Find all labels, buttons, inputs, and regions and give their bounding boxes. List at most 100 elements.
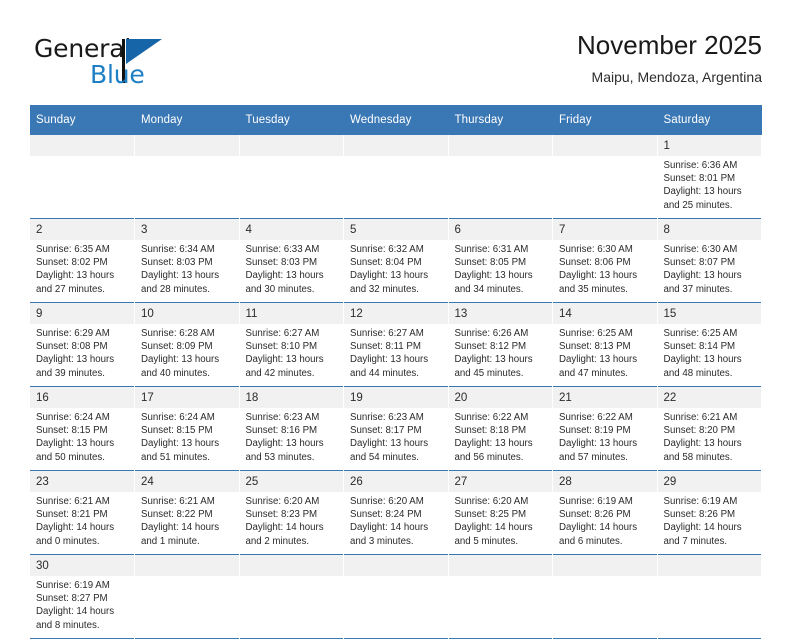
title-block: November 2025 Maipu, Mendoza, Argentina [577, 28, 762, 88]
calendar-day-cell[interactable]: 4 Sunrise: 6:33 AM Sunset: 8:03 PM Daylight… [239, 218, 344, 303]
sunrise-text: Sunrise: 6:31 AM [454, 244, 529, 255]
sunset-text: Sunset: 8:09 PM [141, 341, 213, 353]
day-sun-info: Sunrise: 6:32 AM Sunset: 8:04 PM Daylight:… [344, 240, 448, 302]
day-number [239, 555, 343, 576]
day-number: 4 [239, 219, 343, 240]
calendar-day-cell-empty [552, 135, 658, 219]
day-sun-info [240, 156, 344, 218]
sunrise-text: Sunrise: 6:20 AM [350, 496, 424, 507]
calendar-day-cell-empty [239, 135, 344, 219]
calendar-day-cell[interactable]: 5 Sunrise: 6:32 AM Sunset: 8:04 PM Daylight… [343, 218, 449, 303]
calendar-day-cell[interactable]: 3 Sunrise: 6:34 AM Sunset: 8:03 PM Daylight… [134, 218, 240, 303]
day-sun-info: Sunrise: 6:35 AM Sunset: 8:02 PM Daylight:… [30, 240, 134, 302]
calendar-day-cell[interactable]: 21 Sunrise: 6:22 AM Sunset: 8:19 PM Dayligh… [552, 386, 658, 471]
calendar-day-cell[interactable]: 10 Sunrise: 6:28 AM Sunset: 8:09 PM Dayligh… [134, 302, 240, 387]
day-number [657, 555, 761, 576]
calendar-day-cell[interactable]: 26 Sunrise: 6:20 AM Sunset: 8:24 PM Dayligh… [343, 470, 449, 555]
sunrise-text: Sunrise: 6:27 AM [245, 328, 320, 339]
sunrise-text: Sunrise: 6:23 AM [350, 412, 424, 423]
calendar-day-cell[interactable]: 22 Sunrise: 6:21 AM Sunset: 8:20 PM Dayligh… [657, 386, 762, 471]
calendar-day-cell[interactable]: 25 Sunrise: 6:20 AM Sunset: 8:23 PM Dayligh… [239, 470, 344, 555]
day-number: 22 [657, 387, 761, 408]
daylight-text: Daylight: 13 hours and 47 minutes. [559, 354, 638, 379]
sunset-text: Sunset: 8:01 PM [663, 173, 736, 185]
day-number [135, 555, 239, 576]
calendar-day-cell[interactable]: 14 Sunrise: 6:25 AM Sunset: 8:13 PM Dayligh… [552, 302, 658, 387]
calendar-day-cell[interactable]: 27 Sunrise: 6:20 AM Sunset: 8:25 PM Dayligh… [448, 470, 553, 555]
logo-text-blue: Blue [90, 60, 145, 89]
calendar-day-cell[interactable]: 30 Sunrise: 6:19 AM Sunset: 8:27 PM Dayligh… [30, 554, 135, 639]
calendar-week-row: 1 Sunrise: 6:36 AM Sunset: 8:01 PM Daylight… [30, 135, 762, 219]
calendar-day-cell-empty [448, 135, 553, 219]
day-sun-info [553, 576, 657, 638]
sunset-text: Sunset: 8:15 PM [141, 425, 213, 437]
day-number: 26 [344, 471, 448, 492]
calendar-day-cell[interactable]: 24 Sunrise: 6:21 AM Sunset: 8:22 PM Dayligh… [134, 470, 240, 555]
calendar-day-cell[interactable]: 29 Sunrise: 6:19 AM Sunset: 8:26 PM Dayligh… [657, 470, 762, 555]
day-number [239, 135, 343, 156]
calendar-day-cell[interactable]: 13 Sunrise: 6:26 AM Sunset: 8:12 PM Dayligh… [448, 302, 553, 387]
day-sun-info: Sunrise: 6:21 AM Sunset: 8:20 PM Daylight:… [658, 408, 762, 470]
daylight-text: Daylight: 13 hours and 28 minutes. [141, 270, 220, 295]
day-sun-info [344, 576, 448, 638]
calendar-day-cell[interactable]: 17 Sunrise: 6:24 AM Sunset: 8:15 PM Dayligh… [134, 386, 240, 471]
daylight-text: Daylight: 13 hours and 34 minutes. [454, 270, 533, 295]
calendar-day-cell[interactable]: 6 Sunrise: 6:31 AM Sunset: 8:05 PM Daylight… [448, 218, 553, 303]
sunset-text: Sunset: 8:22 PM [141, 509, 213, 521]
calendar-day-cell-empty [552, 554, 658, 639]
sunrise-text: Sunrise: 6:30 AM [663, 244, 738, 255]
sunset-text: Sunset: 8:02 PM [36, 257, 108, 269]
calendar-day-cell[interactable]: 9 Sunrise: 6:29 AM Sunset: 8:08 PM Daylight… [30, 302, 135, 387]
day-sun-info: Sunrise: 6:33 AM Sunset: 8:03 PM Daylight:… [240, 240, 344, 302]
calendar-day-cell[interactable]: 16 Sunrise: 6:24 AM Sunset: 8:15 PM Dayligh… [30, 386, 135, 471]
day-sun-info [449, 576, 553, 638]
day-sun-info [135, 576, 239, 638]
daylight-text: Daylight: 13 hours and 27 minutes. [36, 270, 115, 295]
calendar-day-cell[interactable]: 12 Sunrise: 6:27 AM Sunset: 8:11 PM Dayligh… [343, 302, 449, 387]
day-number: 28 [553, 471, 657, 492]
day-sun-info [30, 156, 134, 218]
daylight-text: Daylight: 13 hours and 58 minutes. [663, 438, 742, 463]
calendar-day-cell[interactable]: 19 Sunrise: 6:23 AM Sunset: 8:17 PM Dayligh… [343, 386, 449, 471]
calendar-day-cell[interactable]: 2 Sunrise: 6:35 AM Sunset: 8:02 PM Daylight… [30, 218, 135, 303]
calendar-day-cell[interactable]: 20 Sunrise: 6:22 AM Sunset: 8:18 PM Dayligh… [448, 386, 553, 471]
sunrise-text: Sunrise: 6:19 AM [36, 580, 110, 591]
day-sun-info: Sunrise: 6:21 AM Sunset: 8:21 PM Daylight:… [30, 492, 134, 554]
calendar-day-cell[interactable]: 8 Sunrise: 6:30 AM Sunset: 8:07 PM Daylight… [657, 218, 762, 303]
day-sun-info: Sunrise: 6:24 AM Sunset: 8:15 PM Daylight:… [135, 408, 239, 470]
weekday-header-saturday: Saturday [657, 105, 762, 135]
calendar-day-cell[interactable]: 15 Sunrise: 6:25 AM Sunset: 8:14 PM Dayligh… [657, 302, 762, 387]
calendar-day-cell-empty [657, 554, 762, 639]
calendar-week-row: 23 Sunrise: 6:21 AM Sunset: 8:21 PM Dayligh… [30, 470, 762, 555]
sunrise-text: Sunrise: 6:28 AM [141, 328, 215, 339]
day-number [553, 135, 657, 156]
day-number: 24 [135, 471, 239, 492]
day-sun-info [240, 576, 344, 638]
sunset-text: Sunset: 8:24 PM [350, 509, 422, 521]
sunset-text: Sunset: 8:14 PM [663, 341, 736, 353]
day-sun-info: Sunrise: 6:27 AM Sunset: 8:11 PM Daylight:… [344, 324, 448, 386]
day-number: 27 [448, 471, 552, 492]
general-blue-logo[interactable]: General Blue [34, 36, 224, 96]
calendar-day-cell[interactable]: 11 Sunrise: 6:27 AM Sunset: 8:10 PM Dayligh… [239, 302, 344, 387]
calendar-day-cell[interactable]: 18 Sunrise: 6:23 AM Sunset: 8:16 PM Dayligh… [239, 386, 344, 471]
calendar-day-cell-empty [343, 135, 449, 219]
daylight-text: Daylight: 13 hours and 37 minutes. [663, 270, 742, 295]
calendar-day-cell[interactable]: 7 Sunrise: 6:30 AM Sunset: 8:06 PM Daylight… [552, 218, 658, 303]
day-number: 30 [30, 555, 134, 576]
sunset-text: Sunset: 8:26 PM [663, 509, 736, 521]
calendar-day-cell-empty [343, 554, 449, 639]
calendar-day-cell[interactable]: 28 Sunrise: 6:19 AM Sunset: 8:26 PM Dayligh… [552, 470, 658, 555]
calendar-day-cell[interactable]: 1 Sunrise: 6:36 AM Sunset: 8:01 PM Daylight… [657, 135, 762, 219]
day-sun-info: Sunrise: 6:19 AM Sunset: 8:26 PM Daylight:… [553, 492, 657, 554]
daylight-text: Daylight: 14 hours and 1 minute. [141, 522, 220, 547]
logo-text-general: General [34, 34, 132, 63]
calendar-day-cell[interactable]: 23 Sunrise: 6:21 AM Sunset: 8:21 PM Dayligh… [30, 470, 135, 555]
sunset-text: Sunset: 8:26 PM [559, 509, 631, 521]
sunrise-text: Sunrise: 6:20 AM [245, 496, 320, 507]
day-number: 9 [30, 303, 134, 324]
weekday-header-wednesday: Wednesday [343, 105, 449, 135]
daylight-text: Daylight: 13 hours and 25 minutes. [663, 186, 742, 211]
day-number: 23 [30, 471, 134, 492]
day-sun-info [449, 156, 553, 218]
